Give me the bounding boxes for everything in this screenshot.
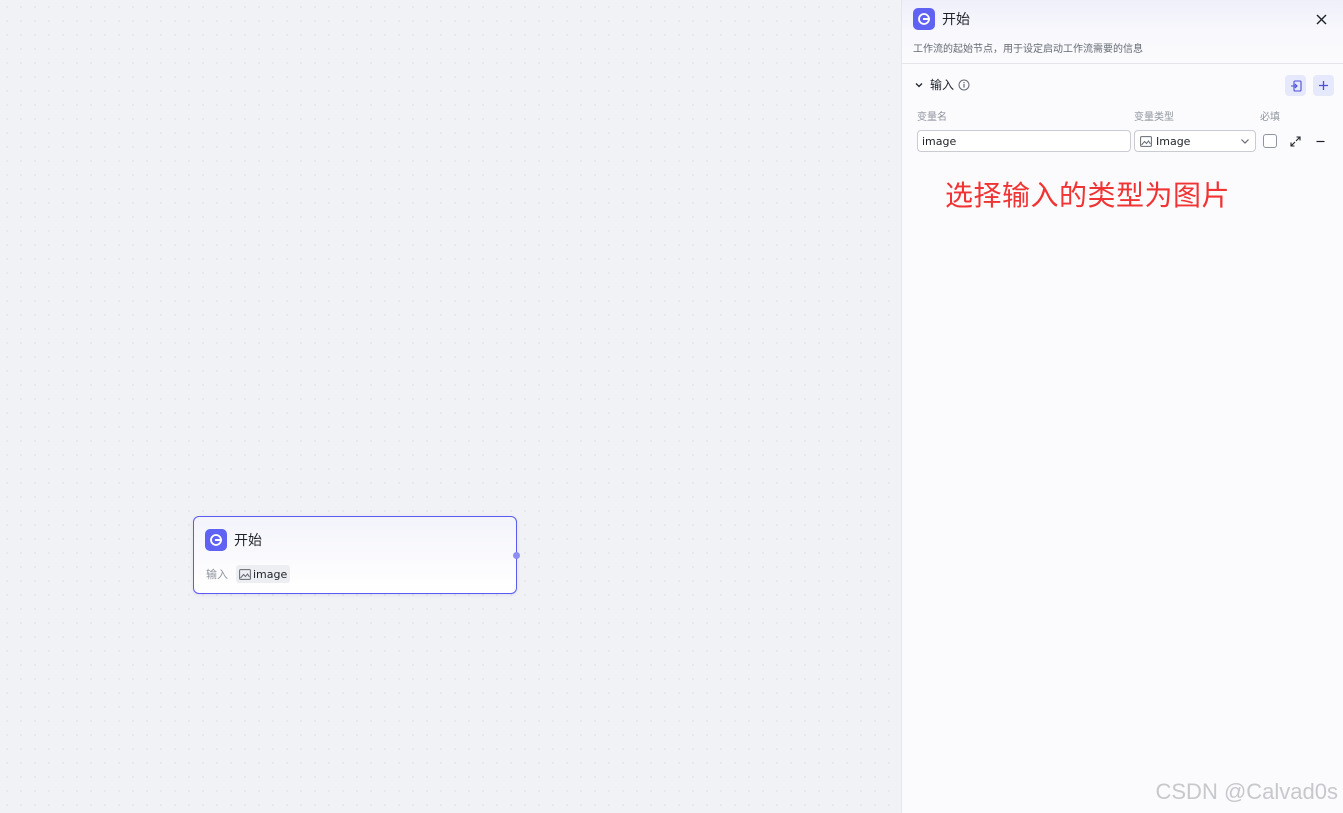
watermark: CSDN @Calvad0s <box>1155 779 1339 804</box>
start-node-header: 开始 <box>205 529 262 551</box>
panel-header: 开始 工作流的起始节点，用于设定启动工作流需要的信息 <box>902 0 1343 64</box>
plus-icon <box>1319 81 1328 90</box>
image-icon <box>1140 135 1152 147</box>
close-icon <box>1316 14 1326 24</box>
start-node-variable-tag: image <box>236 565 291 583</box>
variable-type-select[interactable]: Image <box>1134 130 1256 152</box>
info-icon[interactable] <box>958 79 970 91</box>
import-variable-button[interactable] <box>1285 75 1306 96</box>
remove-variable-button[interactable] <box>1313 134 1327 148</box>
workflow-canvas[interactable]: 开始 输入 image <box>0 0 901 813</box>
column-header-required: 必填 <box>1260 112 1280 123</box>
start-node-input-row: 输入 image <box>206 565 291 583</box>
start-node-title: 开始 <box>234 533 262 549</box>
start-node-output-handle[interactable] <box>513 552 520 559</box>
chevron-down-icon <box>1241 139 1249 144</box>
image-icon <box>239 568 251 580</box>
variable-type-value: Image <box>1156 134 1191 148</box>
expand-variable-button[interactable] <box>1288 134 1302 148</box>
input-section-title: 输入 <box>930 78 955 92</box>
start-node-variable-name: image <box>253 567 288 581</box>
column-header-variable-type: 变量类型 <box>1134 112 1174 123</box>
start-panel-icon <box>913 8 935 30</box>
close-panel-button[interactable] <box>1313 11 1329 27</box>
app-root: 开始 输入 image 开始 工作流的起始节点，用于设定启动工作流需要的信息 输… <box>0 0 1343 813</box>
add-variable-button[interactable] <box>1313 75 1334 96</box>
import-icon <box>1290 79 1302 92</box>
start-node[interactable]: 开始 输入 image <box>193 516 520 594</box>
node-properties-panel: 开始 工作流的起始节点，用于设定启动工作流需要的信息 输入 变量名 变量类型 必… <box>901 0 1343 813</box>
expand-icon <box>1289 135 1301 147</box>
annotation-text: 选择输入的类型为图片 <box>945 179 1231 212</box>
panel-description: 工作流的起始节点，用于设定启动工作流需要的信息 <box>913 44 1143 55</box>
minus-icon <box>1316 140 1324 142</box>
panel-title-row: 开始 <box>913 8 970 30</box>
start-node-input-label: 输入 <box>206 568 228 581</box>
required-checkbox[interactable] <box>1263 134 1277 148</box>
start-node-icon <box>205 529 227 551</box>
panel-title[interactable]: 开始 <box>942 9 970 29</box>
column-header-variable-name: 变量名 <box>917 112 947 123</box>
chevron-down-icon[interactable] <box>914 80 924 90</box>
variable-name-input[interactable] <box>917 130 1131 152</box>
input-section-header[interactable]: 输入 <box>914 76 970 93</box>
